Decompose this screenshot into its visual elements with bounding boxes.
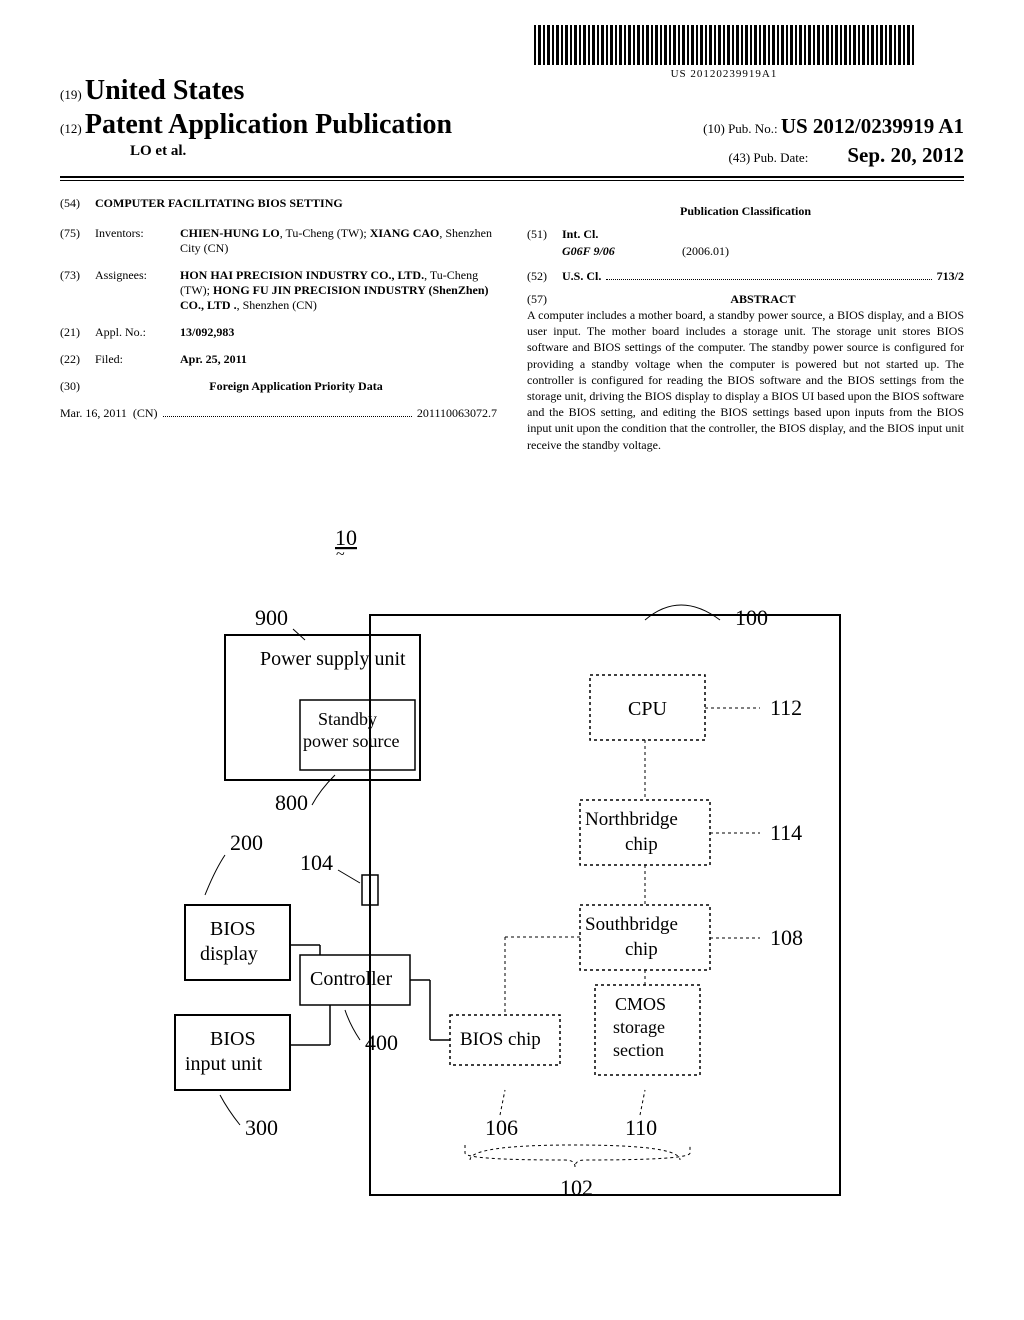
- svg-text:CMOS: CMOS: [615, 994, 666, 1014]
- document-header: (19) United States (12) Patent Applicati…: [60, 75, 964, 181]
- authors: LO et al.: [130, 143, 186, 168]
- diagram-label-100: 100: [735, 605, 768, 630]
- assignee-1: HON HAI PRECISION INDUSTRY CO., LTD.: [180, 268, 424, 282]
- left-column: (54) COMPUTER FACILITATING BIOS SETTING …: [60, 196, 497, 453]
- assignees-label: Assignees:: [95, 268, 180, 313]
- diagram-label-104: 104: [300, 850, 333, 875]
- abstract-text: A computer includes a mother board, a st…: [527, 307, 964, 453]
- right-column: Publication Classification (51) Int. Cl.…: [527, 196, 964, 453]
- intcl-year: (2006.01): [682, 244, 729, 259]
- diagram-label-110: 110: [625, 1115, 657, 1140]
- diagram-label-200: 200: [230, 830, 263, 855]
- svg-text:BIOS: BIOS: [210, 918, 256, 940]
- assignee-loc-2: , Shenzhen (CN): [237, 298, 317, 312]
- foreign-label: Foreign Application Priority Data: [95, 379, 497, 394]
- diagram-label-114: 114: [770, 820, 802, 845]
- applno-value: 13/092,983: [180, 325, 497, 340]
- assignees-value: HON HAI PRECISION INDUSTRY CO., LTD., Tu…: [180, 268, 497, 313]
- svg-text:chip: chip: [625, 834, 658, 855]
- diagram-label-106: 106: [485, 1115, 518, 1140]
- inventor-2: XIANG CAO: [370, 226, 440, 240]
- abstract-label: ABSTRACT: [562, 292, 964, 307]
- uscl-code: (52): [527, 269, 562, 284]
- filed-code: (22): [60, 352, 95, 367]
- box-controller: Controller: [310, 968, 393, 990]
- svg-text:display: display: [200, 943, 258, 965]
- barcode-bars: [534, 25, 914, 65]
- diagram-label-300: 300: [245, 1115, 278, 1140]
- pub-date-label: Pub. Date:: [753, 150, 808, 165]
- filed-value: Apr. 25, 2011: [180, 352, 497, 367]
- country-name: United States: [85, 75, 244, 106]
- dots-leader: [163, 402, 412, 417]
- inventor-1: CHIEN-HUNG LO: [180, 226, 280, 240]
- applno-code: (21): [60, 325, 95, 340]
- foreign-country: (CN): [133, 406, 158, 421]
- divider-thin: [60, 180, 964, 181]
- uscl-value: 713/2: [937, 269, 964, 284]
- pub-num-label: Pub. No.:: [728, 121, 777, 136]
- divider-thick: [60, 176, 964, 178]
- svg-text:input unit: input unit: [185, 1053, 263, 1075]
- inventor-loc-1: , Tu-Cheng (TW);: [280, 226, 370, 240]
- title-code: (54): [60, 196, 95, 211]
- svg-text:storage: storage: [613, 1017, 665, 1037]
- pub-date-code: (43): [729, 150, 751, 165]
- uscl-label: U.S. Cl.: [562, 269, 601, 284]
- diagram-label-800: 800: [275, 790, 308, 815]
- barcode-text: US 20120239919A1: [534, 68, 914, 80]
- filed-label: Filed:: [95, 352, 180, 367]
- title-value: COMPUTER FACILITATING BIOS SETTING: [95, 196, 497, 211]
- bibliographic-data: (54) COMPUTER FACILITATING BIOS SETTING …: [60, 196, 964, 453]
- pub-date-value: Sep. 20, 2012: [847, 143, 964, 167]
- svg-text:Northbridge: Northbridge: [585, 809, 678, 830]
- svg-text:~: ~: [336, 546, 345, 563]
- assignee-2: HONG FU JIN PRECISION INDUSTRY (ShenZhen…: [180, 283, 489, 312]
- classification-heading: Publication Classification: [527, 204, 964, 219]
- box-bios-chip: BIOS chip: [460, 1029, 541, 1050]
- box-cpu: CPU: [628, 698, 667, 720]
- svg-text:section: section: [613, 1040, 664, 1060]
- abstract-code: (57): [527, 292, 562, 307]
- intcl-label: Int. Cl.: [562, 227, 598, 242]
- box-standby-2: power source: [303, 731, 399, 751]
- pub-type: Patent Application Publication: [85, 109, 452, 140]
- foreign-num: 201110063072.7: [417, 406, 497, 421]
- box-standby-1: Standby: [318, 709, 377, 729]
- svg-text:Southbridge: Southbridge: [585, 914, 678, 935]
- pub-num-value: US 2012/0239919 A1: [781, 114, 964, 138]
- diagram-label-102: 102: [560, 1175, 593, 1200]
- country-code: (19): [60, 87, 82, 102]
- dots-leader-2: [606, 265, 931, 280]
- intcl-class: G06F 9/06: [562, 244, 682, 259]
- inventors-value: CHIEN-HUNG LO, Tu-Cheng (TW); XIANG CAO,…: [180, 226, 497, 256]
- diagram-label-112: 112: [770, 695, 802, 720]
- barcode: US 20120239919A1: [534, 25, 914, 80]
- foreign-date: Mar. 16, 2011: [60, 406, 127, 421]
- diagram: 10 ~ 100 Power supply unit 900 Standby p…: [0, 525, 1024, 1275]
- svg-text:BIOS: BIOS: [210, 1028, 256, 1050]
- priority-row: Mar. 16, 2011 (CN) 201110063072.7: [60, 406, 497, 421]
- assignees-code: (73): [60, 268, 95, 313]
- pub-type-code: (12): [60, 121, 82, 136]
- box-psu: Power supply unit: [260, 648, 406, 670]
- applno-label: Appl. No.:: [95, 325, 180, 340]
- pub-num-code: (10): [703, 121, 725, 136]
- svg-text:chip: chip: [625, 939, 658, 960]
- diagram-label-400: 400: [365, 1030, 398, 1055]
- foreign-code: (30): [60, 379, 95, 394]
- inventors-label: Inventors:: [95, 226, 180, 256]
- inventors-code: (75): [60, 226, 95, 256]
- intcl-code: (51): [527, 227, 562, 242]
- diagram-label-900: 900: [255, 605, 288, 630]
- diagram-label-108: 108: [770, 925, 803, 950]
